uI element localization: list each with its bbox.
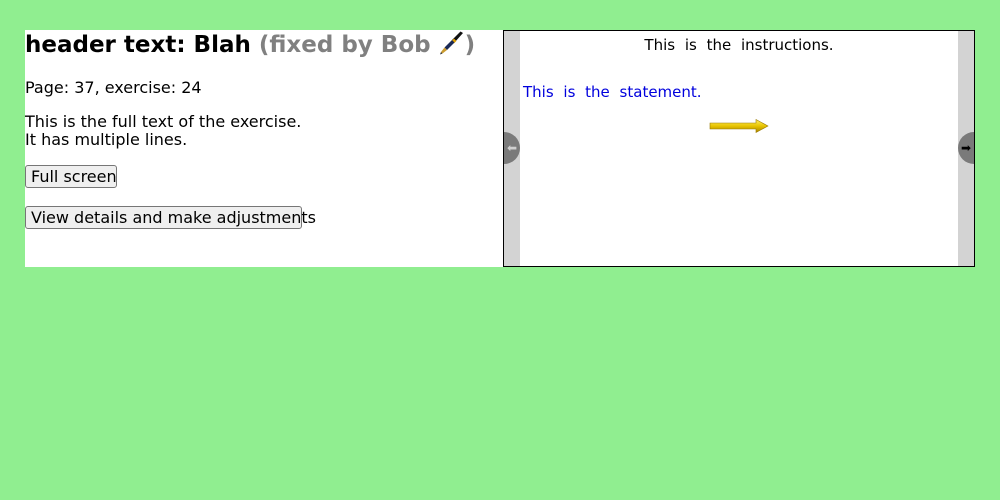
- instructions-text: This is the instructions.: [644, 36, 834, 54]
- fixed-by-label: (fixed by Bob: [258, 32, 431, 58]
- statement-text: This is the statement.: [523, 83, 702, 101]
- exercise-text-line: It has multiple lines.: [25, 130, 188, 149]
- page-title: header text: Blah (fixed by Bob ): [25, 31, 475, 59]
- exercise-preview: This is the instructions. This is the st…: [503, 30, 975, 267]
- exercise-full-text: This is the full text of the exercise. I…: [25, 113, 301, 149]
- page-exercise-info: Page: 37, exercise: 24: [25, 78, 202, 97]
- pen-icon: [439, 31, 465, 55]
- arrow-right-icon: ➡: [960, 141, 972, 155]
- exercise-text-line: This is the full text of the exercise.: [25, 112, 302, 131]
- preview-page: This is the instructions. This is the st…: [520, 31, 958, 266]
- arrow-left-icon: ⬅: [506, 141, 518, 155]
- full-screen-button[interactable]: Full screen: [25, 165, 117, 188]
- exercise-info-panel: header text: Blah (fixed by Bob ) Page: …: [25, 30, 503, 267]
- arrow-right-icon: [709, 118, 769, 134]
- previous-page-button[interactable]: ⬅: [504, 132, 520, 164]
- fixed-by-note: (fixed by Bob ): [258, 31, 476, 58]
- fixed-by-close: ): [464, 32, 476, 58]
- header-text: header text: Blah: [25, 32, 251, 58]
- view-details-button[interactable]: View details and make adjustments: [25, 206, 316, 229]
- next-page-button[interactable]: ➡: [958, 132, 974, 164]
